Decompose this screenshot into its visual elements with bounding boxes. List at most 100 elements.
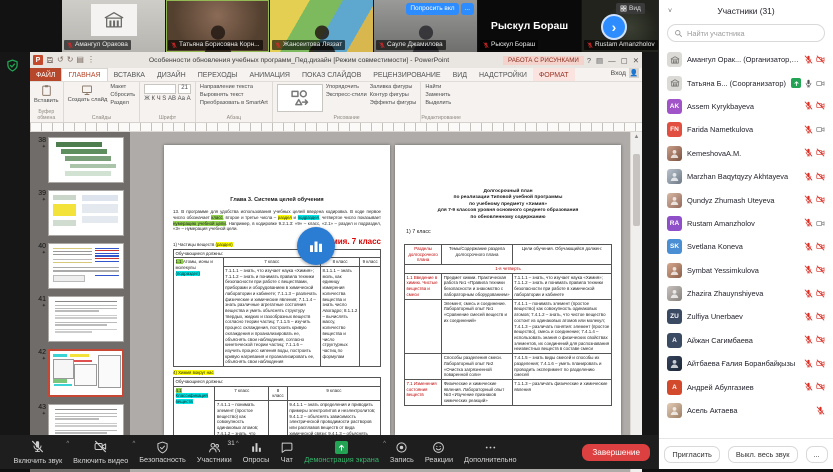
scrollbar-thumb[interactable] (633, 154, 640, 226)
slide-preview[interactable] (48, 137, 124, 183)
scroll-up-arrow[interactable]: ▲ (631, 134, 642, 140)
ask-to-unmute-button[interactable]: Попросить вкл (406, 3, 458, 15)
toolbar-video-off-button[interactable]: Включить видео^ (73, 440, 128, 465)
find-button[interactable]: Найти (425, 84, 451, 90)
tab-файл[interactable]: ФАЙЛ (30, 68, 61, 81)
tab-анимация[interactable]: АНИМАЦИЯ (243, 68, 296, 81)
paste-button[interactable]: Вставить (34, 84, 59, 104)
tab-дизайн[interactable]: ДИЗАЙН (151, 68, 192, 81)
font-size-select[interactable]: 21 (178, 84, 191, 94)
redo-icon[interactable]: ↻ (67, 55, 74, 65)
slide-preview[interactable] (48, 190, 124, 236)
participant-row[interactable]: Marzhan Baqytqyzy Akhtayeva (667, 165, 825, 188)
slide-preview[interactable] (48, 349, 124, 397)
quick-access-toolbar[interactable]: P ↺ ↻ ▤ ⋮ (33, 55, 95, 65)
customize-qat-icon[interactable]: ⋮ (87, 55, 95, 65)
slide-thumbnails-panel[interactable]: 38✦39✦40✦41✦42✦43✦ (30, 132, 130, 472)
quick-styles-button[interactable]: Экспресс-стили (326, 92, 367, 98)
align-text-button[interactable]: Выровнять текст (200, 92, 268, 98)
participant-row[interactable]: Айтбаева Ғалия Боранбайқызы (667, 352, 825, 375)
video-tile[interactable]: Жансеитова Ляззат (270, 0, 373, 52)
close-button[interactable]: ✕ (633, 56, 639, 65)
chevron-up-icon[interactable]: ^ (132, 441, 135, 447)
participant-row[interactable]: SKSvetlana Koneva (667, 235, 825, 258)
video-tile[interactable]: Амангул Оракова (62, 0, 165, 52)
video-tile[interactable]: Рыскул БорашРыскул Бораш (478, 0, 581, 52)
toolbar-more-button[interactable]: Дополнительно (464, 440, 517, 465)
participant-row[interactable]: Qundyz Zhumash Uteyeva (667, 188, 825, 211)
shape-effects-button[interactable]: Эффекты фигуры (370, 100, 417, 106)
toolbar-shield-button[interactable]: Безопасность (139, 440, 186, 465)
video-tile[interactable]: Попросить вкл...Сауле Джамилова (374, 0, 477, 52)
slide-editing-area[interactable]: Глава 3. Система целей обучения 13. В пр… (130, 132, 642, 472)
next-participants-button[interactable]: › (601, 14, 627, 40)
toolbar-share-screen-button[interactable]: Демонстрация экрана^ (304, 440, 379, 465)
minimize-button[interactable]: ― (608, 56, 616, 65)
font-name-select[interactable] (144, 84, 176, 94)
text-direction-button[interactable]: Направление текста (200, 84, 268, 90)
toolbar-mic-off-button[interactable]: Включить звук^ (14, 440, 63, 465)
chevron-up-icon[interactable]: ^ (383, 441, 386, 447)
tab-рецензирование[interactable]: РЕЦЕНЗИРОВАНИЕ (367, 68, 446, 81)
slide-preview[interactable] (48, 296, 124, 342)
slideshow-icon[interactable]: ▤ (76, 55, 84, 65)
more-options-button[interactable]: ... (461, 3, 474, 15)
tab-показ слайдов[interactable]: ПОКАЗ СЛАЙДОВ (296, 68, 367, 81)
sign-in[interactable]: Вход 👤 (611, 68, 639, 78)
shape-fill-button[interactable]: Заливка фигуры (370, 84, 417, 90)
reset-button[interactable]: Сбросить (110, 92, 135, 98)
tab-формат[interactable]: ФОРМАТ (533, 68, 575, 81)
participant-row[interactable]: ААйжан Сагимбаева (667, 329, 825, 352)
tab-надстройки[interactable]: НАДСТРОЙКИ (473, 68, 533, 81)
tab-вставка[interactable]: ВСТАВКА (108, 68, 151, 81)
end-meeting-button[interactable]: Завершение (582, 444, 650, 461)
replace-button[interactable]: Заменить (425, 92, 451, 98)
tab-переходы[interactable]: ПЕРЕХОДЫ (192, 68, 244, 81)
mute-all-button[interactable]: Выкл. весь звук (728, 446, 798, 463)
chevron-up-icon[interactable]: ^ (66, 441, 69, 447)
layout-button[interactable]: Макет (110, 84, 135, 90)
font-style-buttons[interactable]: Ж К Ч S АВ Аа А (144, 96, 191, 102)
tab-главная[interactable]: ГЛАВНАЯ (61, 68, 107, 81)
slide-thumbnail-38[interactable]: 38✦ (32, 137, 124, 183)
section-button[interactable]: Раздел (110, 100, 135, 106)
new-slide-button[interactable]: Создать слайд (68, 84, 108, 103)
slide-thumbnail-39[interactable]: 39✦ (32, 190, 124, 236)
more-button[interactable]: ... (806, 446, 828, 463)
shape-gallery[interactable] (277, 84, 323, 112)
collapse-chevron-icon[interactable]: ˅ (668, 8, 672, 15)
chevron-up-icon[interactable]: ^ (236, 441, 239, 447)
slide-thumbnail-42[interactable]: 42✦ (32, 349, 124, 397)
toolbar-polls-button[interactable]: Опросы (243, 440, 270, 465)
tab-вид[interactable]: ВИД (447, 68, 473, 81)
invite-button[interactable]: Пригласить (664, 446, 720, 463)
participant-row[interactable]: KemeshovaA.M. (667, 142, 825, 165)
save-icon[interactable] (46, 56, 54, 64)
view-button[interactable]: Вид (616, 3, 645, 14)
participant-row[interactable]: Татьяна Б... (Соорганизатор) (667, 71, 825, 94)
slide-preview[interactable] (48, 243, 124, 289)
restore-button[interactable]: ▢ (621, 56, 628, 65)
video-tile[interactable]: Татьяна Борисовна Корн... (166, 0, 269, 52)
participant-row[interactable]: Амангул Орак... (Организатор, я) (667, 48, 825, 71)
toolbar-participants-button[interactable]: Участники31^ (197, 440, 232, 465)
shape-outline-button[interactable]: Контур фигуры (370, 92, 417, 98)
arrange-button[interactable]: Упорядочить (326, 84, 367, 90)
toolbar-record-button[interactable]: Запись (390, 440, 414, 465)
chart-annotation-icon[interactable] (297, 227, 335, 265)
slide-thumbnail-41[interactable]: 41✦ (32, 296, 124, 342)
help-button[interactable]: ? (587, 56, 591, 65)
participant-row[interactable]: ААндрей Абулгазиев (667, 375, 825, 398)
ribbon-options-button[interactable]: ▤ (596, 56, 603, 65)
select-button[interactable]: Выделить (425, 100, 451, 106)
convert-smartart-button[interactable]: Преобразовать в SmartArt (200, 100, 268, 106)
vertical-scrollbar[interactable]: ▲ (630, 132, 642, 472)
slide-thumbnail-40[interactable]: 40✦ (32, 243, 124, 289)
undo-icon[interactable]: ↺ (57, 55, 64, 65)
window-controls[interactable]: ? ▤ ― ▢ ✕ (587, 56, 639, 65)
participant-row[interactable]: RARustam Amanzholov (667, 212, 825, 235)
toolbar-chat-button[interactable]: Чат (280, 440, 293, 465)
search-participant-input[interactable]: Найти участника (667, 24, 825, 42)
participant-row[interactable]: Symbat Yessimkulova (667, 259, 825, 282)
participant-row[interactable]: ZUZulfiya Unerbaev (667, 305, 825, 328)
